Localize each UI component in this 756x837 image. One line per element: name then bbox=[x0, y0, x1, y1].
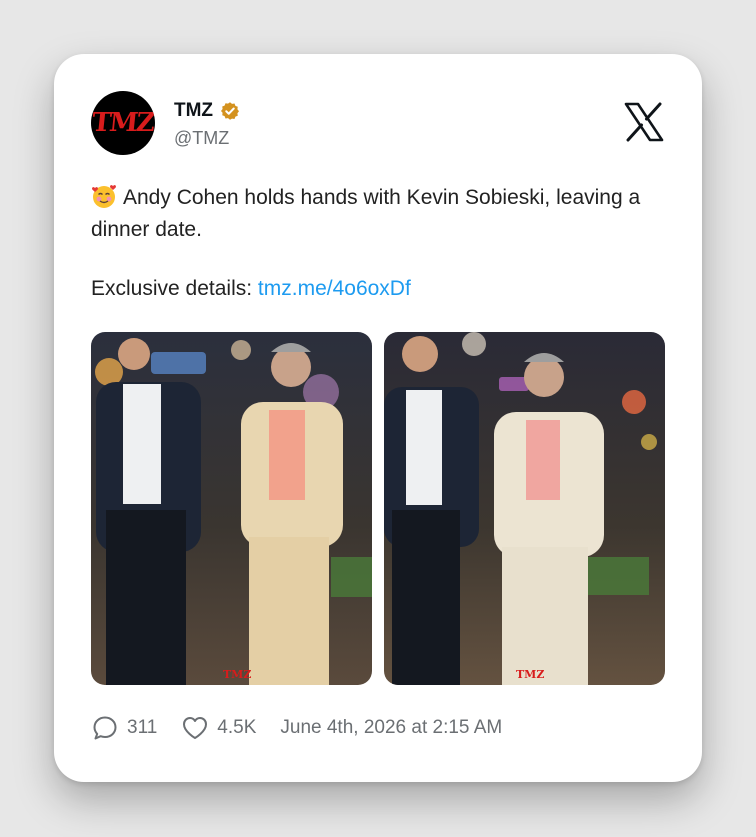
photo-1-watermark: TMZ bbox=[223, 668, 251, 681]
tweet-text: Andy Cohen holds hands with Kevin Sobies… bbox=[91, 182, 651, 246]
verified-badge-icon bbox=[221, 102, 240, 120]
smiling-face-with-hearts-icon bbox=[92, 185, 116, 208]
author-display-name[interactable]: TMZ bbox=[174, 100, 213, 122]
details-line: Exclusive details: tmz.me/4o6oxDf bbox=[91, 277, 411, 301]
details-link[interactable]: tmz.me/4o6oxDf bbox=[258, 277, 411, 300]
like-button[interactable]: 4.5K bbox=[181, 714, 256, 742]
like-count: 4.5K bbox=[217, 717, 257, 738]
photo-1-image: TMZ bbox=[91, 332, 372, 685]
details-prefix: Exclusive details: bbox=[91, 277, 253, 300]
photo-2-image: TMZ bbox=[384, 332, 665, 685]
heart-icon bbox=[183, 717, 208, 739]
reply-count: 311 bbox=[127, 717, 158, 738]
avatar-logo-text: TMZ bbox=[91, 108, 155, 138]
avatar[interactable]: TMZ bbox=[91, 91, 155, 155]
tweet-photo-2[interactable]: TMZ bbox=[384, 332, 665, 685]
tweet-body-text: Andy Cohen holds hands with Kevin Sobies… bbox=[91, 186, 641, 241]
author-handle[interactable]: @TMZ bbox=[174, 128, 229, 149]
reply-icon bbox=[93, 716, 117, 740]
x-logo-icon[interactable] bbox=[622, 100, 666, 144]
photo-2-watermark: TMZ bbox=[516, 668, 544, 681]
reply-button[interactable]: 311 bbox=[91, 714, 157, 742]
tweet-timestamp[interactable]: June 4th, 2026 at 2:15 AM bbox=[280, 717, 502, 739]
tweet-footer: 311 4.5K June 4th, 2026 at 2:15 AM bbox=[91, 714, 502, 742]
author-name-row: TMZ bbox=[174, 100, 240, 122]
tweet-photo-1[interactable]: TMZ bbox=[91, 332, 372, 685]
tweet-card: TMZ TMZ @TMZ Andy Cohen holds hands with… bbox=[54, 54, 702, 782]
